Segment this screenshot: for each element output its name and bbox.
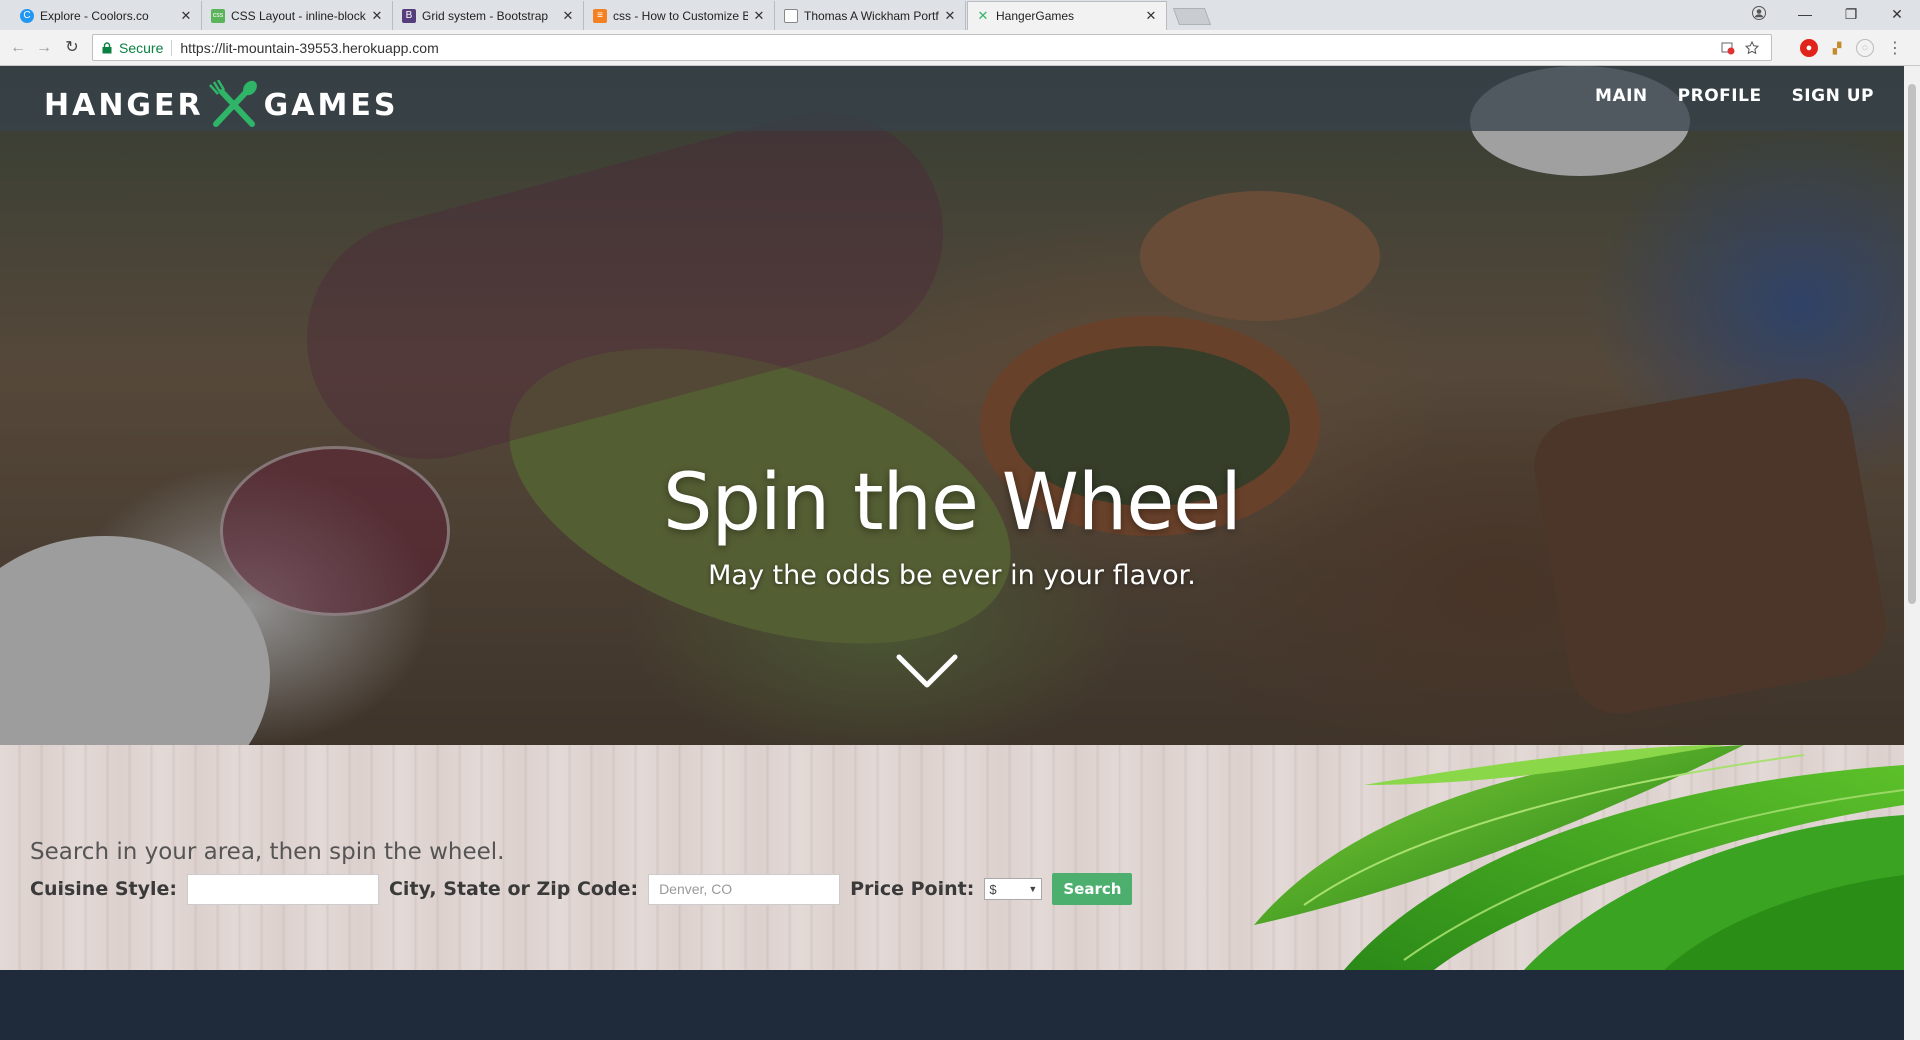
search-form: Search in your area, then spin the wheel… [30, 839, 1133, 905]
nav-profile-link[interactable]: PROFILE [1678, 86, 1762, 106]
leaves-decoration-image [1254, 745, 1904, 970]
close-window-icon[interactable]: ✕ [1874, 6, 1920, 23]
tab-title: CSS Layout - inline-block [231, 8, 366, 23]
stackoverflow-favicon-icon: ≡ [593, 8, 607, 23]
hero-subtitle: May the odds be ever in your flavor. [708, 560, 1196, 591]
price-select[interactable]: $ ▼ [984, 878, 1043, 900]
divider [171, 39, 173, 56]
close-tab-icon[interactable]: ✕ [179, 8, 193, 24]
footer-section [0, 970, 1904, 1040]
page-scrollbar[interactable] [1904, 66, 1920, 1040]
window-controls: — ❐ ✕ [1736, 0, 1920, 28]
cuisine-label: Cuisine Style: [30, 878, 177, 900]
search-intro-text: Search in your area, then spin the wheel… [30, 839, 505, 865]
search-form-row: Cuisine Style: City, State or Zip Code: … [30, 873, 1133, 905]
close-tab-icon[interactable]: ✕ [1144, 8, 1158, 24]
nav-signup-link[interactable]: SIGN UP [1792, 86, 1874, 106]
logo-text-left: HANGER [44, 87, 204, 123]
page-favicon-icon [784, 8, 798, 23]
browser-toolbar: ← → ↻ Secure https://lit-mountain-39553.… [0, 30, 1920, 66]
price-label: Price Point: [850, 878, 975, 900]
restore-icon[interactable]: ❐ [1828, 6, 1874, 23]
hero-section: HANGER GAMES MAIN PROFILE SIGN UP Spin t… [0, 66, 1904, 745]
back-arrow-icon[interactable]: ← [8, 38, 28, 58]
hangergames-favicon-icon: ✕ [977, 8, 989, 23]
w3schools-favicon-icon: css [211, 8, 225, 23]
reload-icon[interactable]: ↻ [62, 38, 82, 58]
location-label: City, State or Zip Code: [388, 878, 639, 900]
browser-tab[interactable]: css CSS Layout - inline-block ✕ [203, 1, 393, 30]
browser-tab[interactable]: B Grid system - Bootstrap ✕ [394, 1, 584, 30]
search-section: Search in your area, then spin the wheel… [0, 745, 1904, 970]
hero-overlay [0, 66, 1904, 745]
profile-icon[interactable] [1736, 5, 1782, 23]
tab-title: Grid system - Bootstrap [422, 8, 549, 23]
tab-title: css - How to Customize B [613, 8, 748, 23]
extension-icon[interactable]: ▞ [1828, 39, 1846, 57]
tab-title: Explore - Coolors.co [40, 8, 149, 23]
close-tab-icon[interactable]: ✕ [943, 8, 957, 24]
extension-icon[interactable]: ● [1800, 39, 1818, 57]
page-viewport: HANGER GAMES MAIN PROFILE SIGN UP Spin t… [0, 66, 1904, 1040]
browser-tab-active[interactable]: ✕ HangerGames ✕ [967, 1, 1167, 30]
site-navbar: HANGER GAMES MAIN PROFILE SIGN UP [0, 66, 1904, 131]
close-tab-icon[interactable]: ✕ [561, 8, 575, 24]
tab-title: HangerGames [996, 9, 1075, 23]
nav-links: MAIN PROFILE SIGN UP [1595, 86, 1874, 106]
scrollbar-thumb[interactable] [1908, 84, 1916, 604]
chevron-down-icon[interactable] [896, 654, 958, 690]
price-selected-value: $ [989, 881, 997, 897]
menu-kebab-icon[interactable]: ⋮ [1886, 39, 1904, 57]
address-bar[interactable]: Secure https://lit-mountain-39553.heroku… [92, 34, 1772, 61]
hero-title: Spin the Wheel [663, 458, 1242, 548]
nav-main-link[interactable]: MAIN [1595, 86, 1648, 106]
browser-tabstrip: C Explore - Coolors.co ✕ css CSS Layout … [0, 0, 1920, 30]
close-tab-icon[interactable]: ✕ [752, 8, 766, 24]
logo-text-right: GAMES [263, 87, 399, 123]
new-tab-button[interactable] [1172, 8, 1212, 25]
browser-tab[interactable]: ≡ css - How to Customize B ✕ [585, 1, 775, 30]
browser-tab[interactable]: Thomas A Wickham Portf ✕ [776, 1, 966, 30]
dropdown-arrow-icon: ▼ [1028, 884, 1038, 894]
minimize-icon[interactable]: — [1782, 6, 1828, 22]
secure-label: Secure [119, 39, 164, 56]
location-input[interactable] [648, 873, 841, 905]
cuisine-input[interactable] [186, 873, 379, 905]
close-tab-icon[interactable]: ✕ [370, 8, 384, 24]
forward-arrow-icon[interactable]: → [34, 38, 54, 58]
omnibox-icons [1721, 41, 1759, 55]
url-text[interactable]: https://lit-mountain-39553.herokuapp.com [180, 40, 438, 56]
search-button[interactable]: Search [1052, 873, 1133, 905]
site-logo[interactable]: HANGER GAMES [44, 80, 398, 130]
tab-title: Thomas A Wickham Portf [804, 8, 939, 23]
fork-spoon-icon [208, 80, 257, 127]
lock-icon [102, 41, 112, 53]
bootstrap-favicon-icon: B [402, 8, 416, 23]
coolors-favicon-icon: C [20, 8, 34, 23]
blocked-popup-icon[interactable] [1721, 41, 1735, 55]
bookmark-star-icon[interactable] [1745, 41, 1759, 55]
browser-tab[interactable]: C Explore - Coolors.co ✕ [12, 1, 202, 30]
extension-icon[interactable]: ○ [1856, 39, 1874, 57]
